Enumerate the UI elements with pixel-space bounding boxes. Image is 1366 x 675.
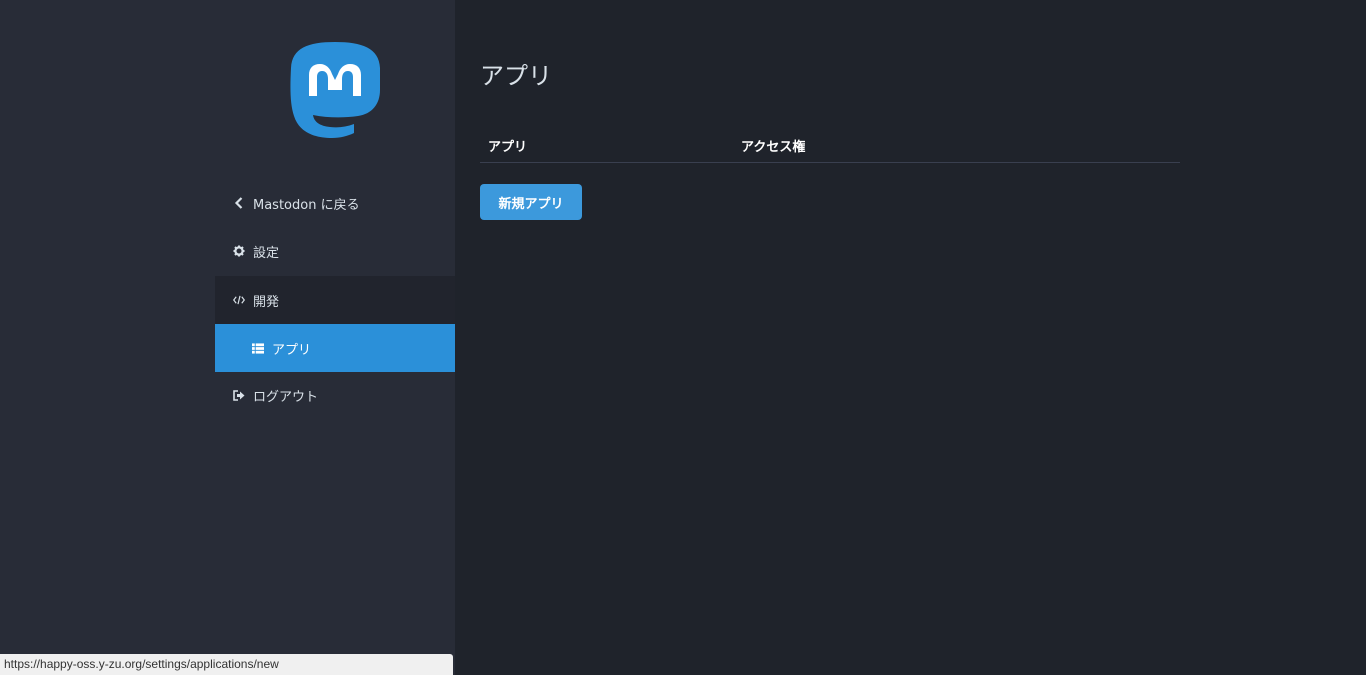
sidebar-item-label: Mastodon に戻る	[253, 197, 360, 213]
sidebar: Mastodon に戻る 設定 開発 アプリ ログアウト	[215, 0, 455, 675]
gear-icon	[233, 245, 245, 257]
sidebar-item-apps[interactable]: アプリ	[215, 324, 455, 372]
sidebar-background: Mastodon に戻る 設定 開発 アプリ ログアウト	[0, 0, 455, 675]
page-title: アプリ	[480, 62, 552, 90]
sidebar-item-label: 設定	[253, 245, 280, 261]
chevron-left-icon	[233, 197, 245, 209]
sidebar-item-label: 開発	[253, 294, 280, 310]
sidebar-item-label: ログアウト	[253, 389, 319, 405]
apps-table: アプリ アクセス権	[480, 128, 1180, 163]
sign-out-icon	[233, 389, 245, 401]
main-content: アプリ アプリ アクセス権 新規アプリ	[455, 0, 1366, 675]
mastodon-logo-icon[interactable]	[288, 40, 382, 140]
sidebar-item-back-to-mastodon[interactable]: Mastodon に戻る	[215, 179, 455, 227]
new-app-button[interactable]: 新規アプリ	[480, 184, 582, 220]
code-icon	[233, 294, 245, 306]
sidebar-item-settings[interactable]: 設定	[215, 227, 455, 275]
sidebar-item-development[interactable]: 開発	[215, 276, 455, 324]
browser-status-bar: https://happy-oss.y-zu.org/settings/appl…	[0, 654, 453, 675]
list-icon	[252, 342, 264, 354]
sidebar-item-logout[interactable]: ログアウト	[215, 371, 455, 419]
column-header-app: アプリ	[488, 140, 528, 155]
column-header-access: アクセス権	[741, 140, 806, 155]
sidebar-item-label: アプリ	[272, 342, 312, 358]
